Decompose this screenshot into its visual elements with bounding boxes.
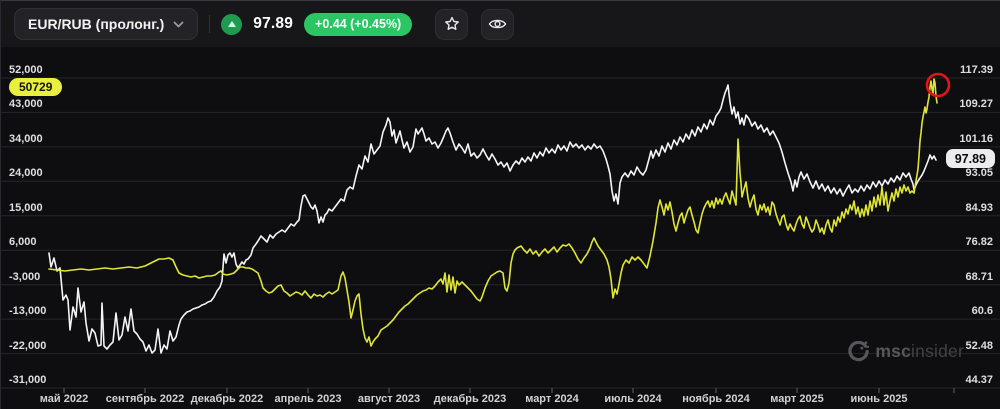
watermark-text: mscinsider: [875, 341, 964, 362]
series-line-1: [48, 78, 938, 347]
trading-chart-window: EUR/RUB (пролонг.) 97.89 +0.44 (+0.45%): [0, 0, 1000, 409]
chevron-down-icon: [173, 21, 184, 27]
price-change-badge: +0.44 (+0.45%): [304, 12, 413, 36]
current-price: 97.89: [253, 15, 294, 32]
favorite-button[interactable]: [435, 8, 469, 40]
toolbar-divider: [209, 15, 211, 33]
series-line-0: [48, 84, 937, 354]
ticker-label: EUR/RUB (пролонг.): [28, 16, 165, 32]
right-axis-current-badge: 97.89: [945, 149, 995, 168]
toolbar: EUR/RUB (пролонг.) 97.89 +0.44 (+0.45%): [1, 1, 1000, 47]
mscinsider-logo-icon: [848, 341, 870, 362]
price-up-icon: [221, 13, 243, 35]
ticker-selector[interactable]: EUR/RUB (пролонг.): [14, 8, 199, 40]
up-triangle-icon: [227, 20, 236, 27]
eye-icon: [488, 19, 507, 29]
left-axis-current-badge: 50729: [9, 78, 63, 96]
watermark-bold: msc: [875, 341, 912, 361]
watermark-light: insider: [911, 341, 964, 361]
star-icon: [444, 16, 459, 30]
watch-button[interactable]: [481, 8, 515, 40]
watermark: mscinsider: [848, 341, 964, 362]
